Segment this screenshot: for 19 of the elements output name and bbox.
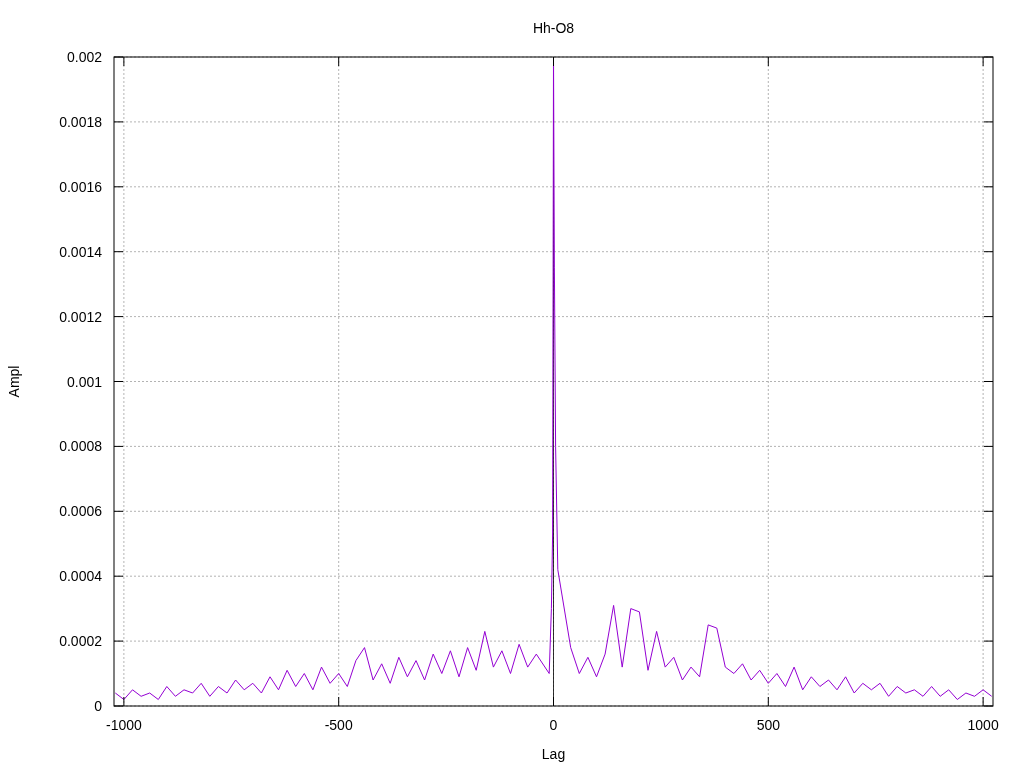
y-tick-label: 0.0008 [59, 438, 102, 455]
y-tick-label: 0.0018 [59, 113, 102, 130]
y-tick-label: 0.001 [66, 373, 102, 390]
y-tick-label: 0 [94, 698, 102, 714]
x-tick-label: 500 [756, 717, 780, 733]
y-tick-label: 0.0012 [59, 308, 102, 325]
x-tick-label: -500 [324, 717, 353, 733]
y-tick-label: 0.0016 [59, 178, 102, 195]
y-tick-label: 0.002 [66, 49, 102, 65]
y-tick-label: 0.0002 [59, 633, 102, 650]
x-tick-label: -1000 [105, 717, 142, 733]
x-tick-label: 0 [549, 717, 558, 733]
y-tick-label: 0.0006 [59, 503, 102, 520]
x-axis-label: Lag [541, 746, 566, 762]
chart-title: Hh-O8 [532, 20, 575, 36]
x-tick-label: 1000 [967, 717, 999, 733]
y-tick-label: 0.0014 [59, 243, 102, 260]
y-axis-label: Ampl [6, 365, 22, 398]
y-tick-label: 0.0004 [59, 568, 102, 585]
